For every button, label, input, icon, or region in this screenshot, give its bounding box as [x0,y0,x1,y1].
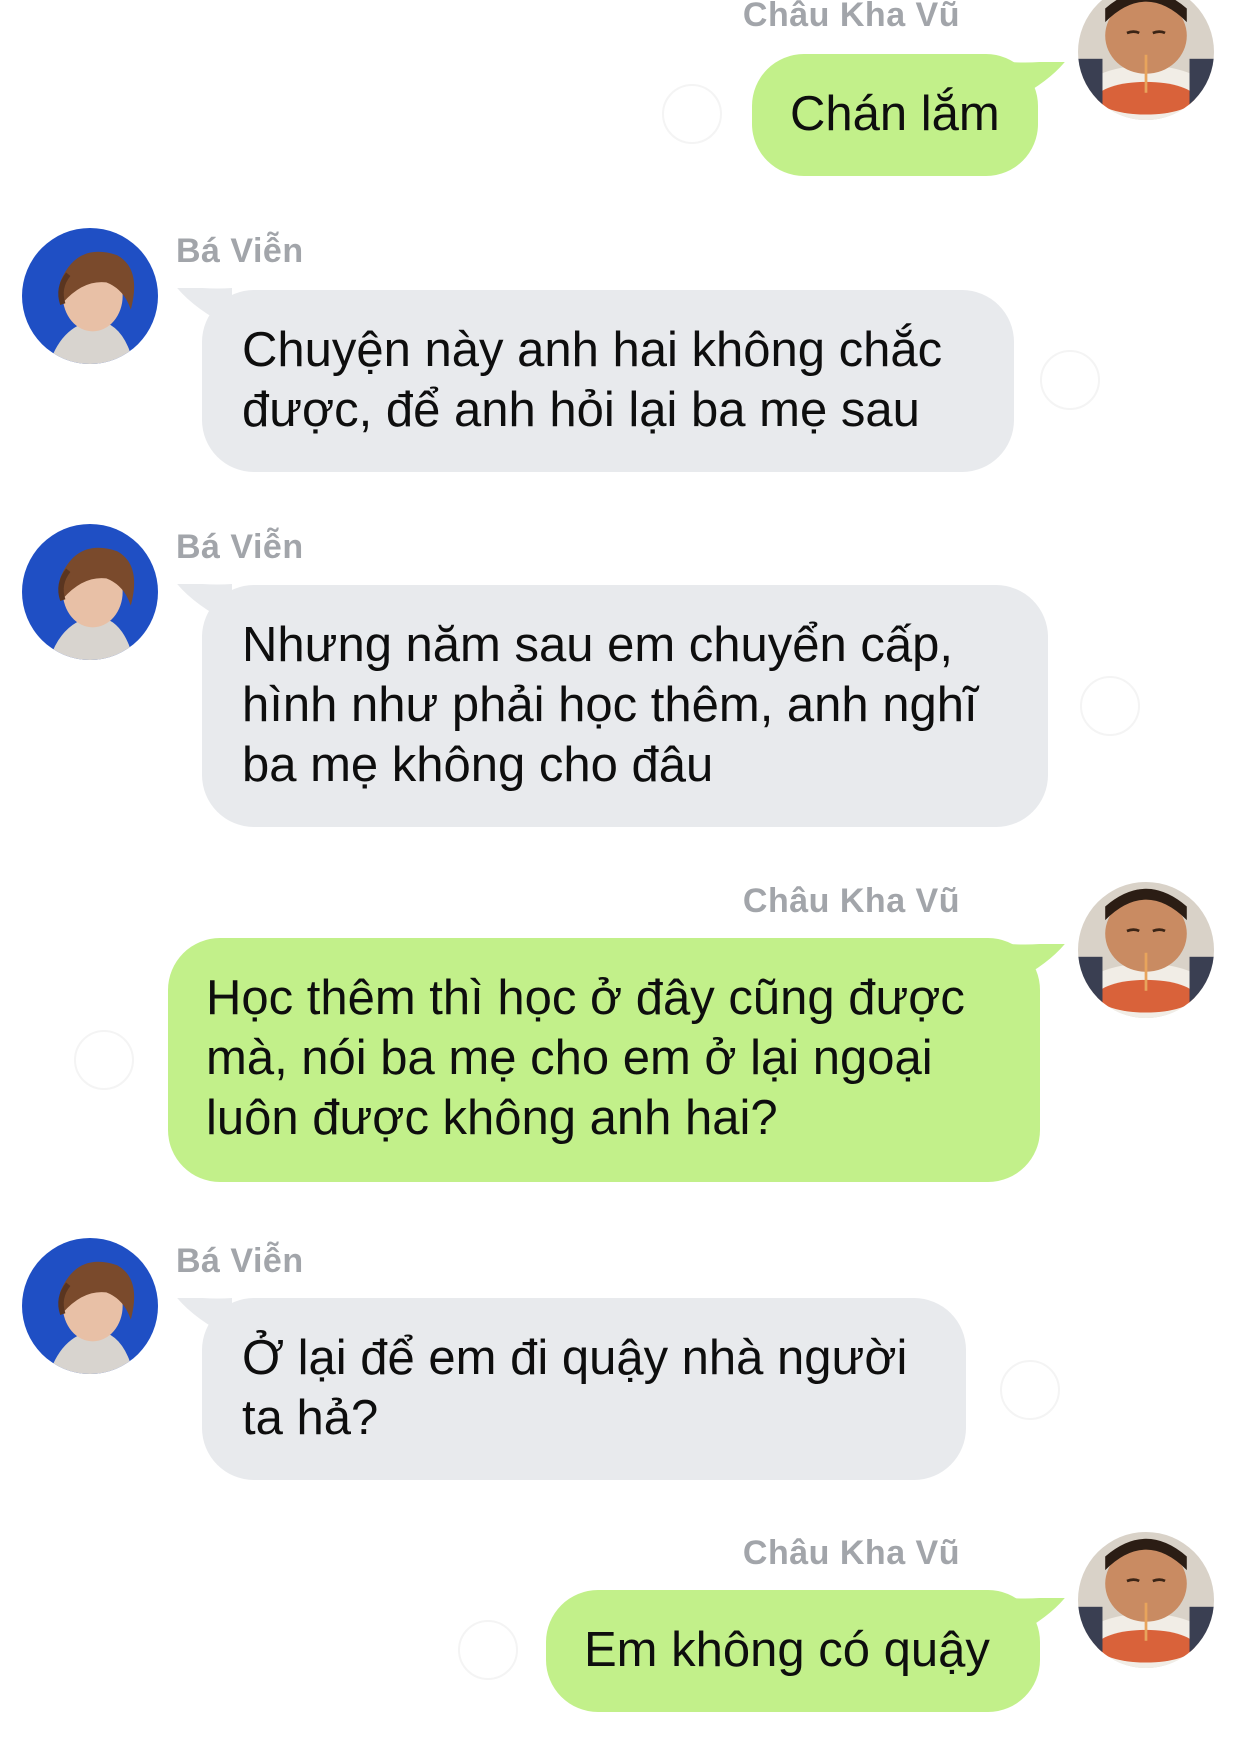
reaction-button[interactable] [662,84,722,144]
avatar[interactable] [1078,882,1214,1018]
sender-name: Bá Viễn [176,1242,304,1280]
reaction-button[interactable] [1000,1360,1060,1420]
avatar[interactable] [22,228,158,364]
child-avatar-icon [1078,1532,1214,1668]
reaction-button[interactable] [74,1030,134,1090]
message-line: Em không có quậy [584,1623,990,1677]
message-line: Ở lại để em đi quậy nhà người [242,1331,908,1385]
message-line: Chuyện này anh hai không chắc [242,323,943,377]
message-line: Chán lắm [790,87,1000,141]
person-avatar-icon [22,524,158,660]
message-line: luôn được không anh hai? [206,1091,778,1145]
reaction-button[interactable] [458,1620,518,1680]
avatar[interactable] [1078,0,1214,120]
message-line: Học thêm thì học ở đây cũng được [206,971,965,1025]
person-avatar-icon [22,228,158,364]
sender-name: Bá Viễn [176,528,304,566]
message-line: Nhưng năm sau em chuyển cấp, [242,618,954,672]
message-bubble[interactable]: Nhưng năm sau em chuyển cấp, hình như ph… [202,585,1048,827]
sender-name: Bá Viễn [176,232,304,270]
sender-name: Châu Kha Vũ [742,0,960,34]
child-avatar-icon [1078,882,1214,1018]
person-avatar-icon [22,1238,158,1374]
reaction-button[interactable] [1080,676,1140,736]
avatar[interactable] [22,1238,158,1374]
message-bubble[interactable]: Ở lại để em đi quậy nhà người ta hả? [202,1298,966,1480]
chat-thread: Châu Kha Vũ Chán lắm Bá Viễn Chuyện này … [0,0,1242,1737]
message-line: hình như phải học thêm, anh nghĩ [242,678,978,732]
message-bubble[interactable]: Chuyện này anh hai không chắc được, để a… [202,290,1014,472]
reaction-button[interactable] [1040,350,1100,410]
avatar[interactable] [1078,1532,1214,1668]
sender-name: Châu Kha Vũ [742,882,960,920]
message-line: mà, nói ba mẹ cho em ở lại ngoại [206,1031,933,1085]
message-line: được, để anh hỏi lại ba mẹ sau [242,383,920,437]
sender-name: Châu Kha Vũ [742,1534,960,1572]
child-avatar-icon [1078,0,1214,120]
avatar[interactable] [22,524,158,660]
message-bubble[interactable]: Em không có quậy [546,1590,1040,1712]
message-bubble[interactable]: Học thêm thì học ở đây cũng được mà, nói… [168,938,1040,1182]
message-line: ta hả? [242,1391,379,1445]
message-line: ba mẹ không cho đâu [242,738,714,792]
message-bubble[interactable]: Chán lắm [752,54,1038,176]
